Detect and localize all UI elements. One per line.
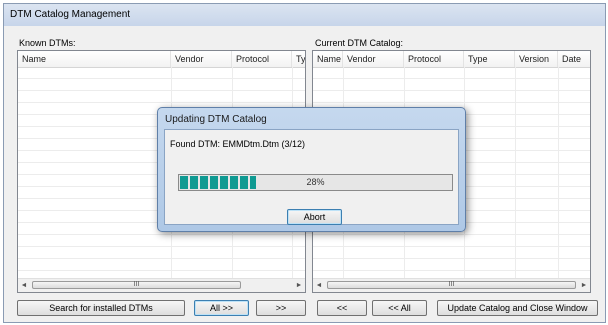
remove-all-button[interactable]: << All — [372, 300, 427, 316]
column-date[interactable]: Date — [558, 51, 590, 67]
abort-button[interactable]: Abort — [287, 209, 342, 225]
column-name[interactable]: Name — [18, 51, 171, 67]
progress-bar: 28% — [178, 174, 453, 191]
update-catalog-button[interactable]: Update Catalog and Close Window — [437, 300, 598, 316]
column-divider — [558, 67, 559, 279]
column-name[interactable]: Name — [313, 51, 343, 67]
updating-dialog: Updating DTM Catalog Found DTM: EMMDtm.D… — [157, 107, 466, 232]
window-title: DTM Catalog Management — [10, 9, 131, 20]
status-message: Found DTM: EMMDtm.Dtm (3/12) — [170, 139, 306, 149]
current-catalog-header: Name Vendor Protocol Type Version Date — [313, 51, 590, 68]
remove-selected-button[interactable]: << — [317, 300, 367, 316]
scroll-right-icon[interactable]: ► — [293, 279, 305, 292]
scroll-left-icon[interactable]: ◄ — [313, 279, 325, 292]
title-bar[interactable]: DTM Catalog Management — [4, 4, 605, 27]
column-divider — [515, 67, 516, 279]
dialog-body: Found DTM: EMMDtm.Dtm (3/12) 28% Abort — [164, 129, 459, 225]
scroll-thumb[interactable]: III — [327, 281, 576, 289]
column-protocol[interactable]: Protocol — [404, 51, 464, 67]
column-type[interactable]: Type — [464, 51, 515, 67]
add-all-button[interactable]: All >> — [194, 300, 249, 316]
column-version[interactable]: Version — [515, 51, 558, 67]
scroll-right-icon[interactable]: ► — [578, 279, 590, 292]
known-dtms-label: Known DTMs: — [19, 38, 76, 48]
scroll-left-icon[interactable]: ◄ — [18, 279, 30, 292]
column-type[interactable]: Type — [292, 51, 305, 67]
column-vendor[interactable]: Vendor — [343, 51, 404, 67]
scroll-thumb[interactable]: III — [32, 281, 241, 289]
current-catalog-label: Current DTM Catalog: — [315, 38, 404, 48]
known-dtms-header: Name Vendor Protocol Type — [18, 51, 305, 68]
add-selected-button[interactable]: >> — [256, 300, 306, 316]
current-catalog-hscrollbar[interactable]: ◄ III ► — [313, 278, 590, 292]
known-dtms-hscrollbar[interactable]: ◄ III ► — [18, 278, 305, 292]
progress-label: 28% — [306, 177, 325, 187]
column-protocol[interactable]: Protocol — [232, 51, 292, 67]
dialog-title: Updating DTM Catalog — [165, 114, 267, 125]
dtm-catalog-window: DTM Catalog Management Known DTMs: Name … — [3, 3, 606, 323]
column-vendor[interactable]: Vendor — [171, 51, 232, 67]
search-installed-dtms-button[interactable]: Search for installed DTMs — [17, 300, 185, 316]
